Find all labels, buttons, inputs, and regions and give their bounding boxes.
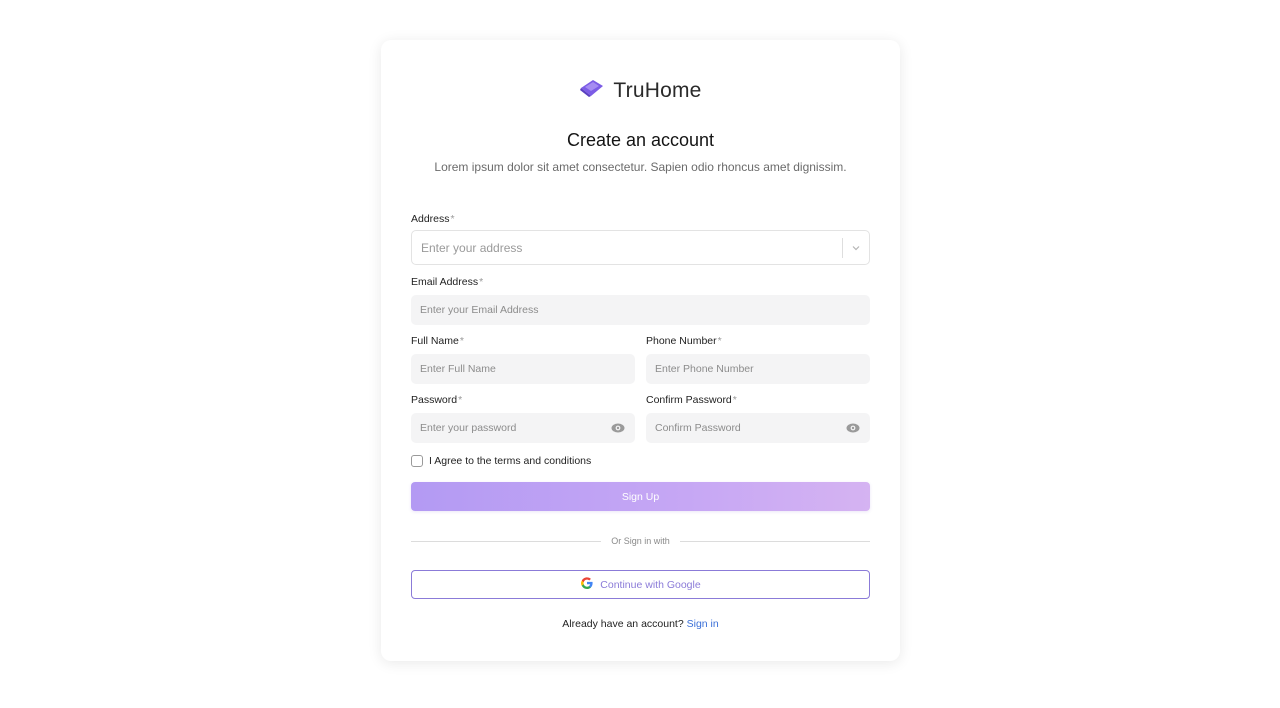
password-label: Password* <box>411 394 463 406</box>
signin-prompt: Already have an account? Sign in <box>381 618 900 630</box>
confirm-password-label: Confirm Password* <box>646 394 737 406</box>
full-name-placeholder: Enter Full Name <box>420 363 496 375</box>
confirm-password-field[interactable]: Confirm Password <box>646 413 870 443</box>
password-field[interactable]: Enter your password <box>411 413 635 443</box>
select-divider <box>842 238 843 258</box>
divider-text: Or Sign in with <box>611 536 670 546</box>
brand: TruHome <box>381 78 900 103</box>
eye-icon[interactable] <box>846 421 860 438</box>
address-select[interactable]: Enter your address <box>411 230 870 265</box>
email-field[interactable]: Enter your Email Address <box>411 295 870 325</box>
phone-label: Phone Number* <box>646 335 722 347</box>
password-placeholder: Enter your password <box>420 422 517 434</box>
signup-card: TruHome Create an account Lorem ipsum do… <box>381 40 900 661</box>
full-name-label: Full Name* <box>411 335 464 347</box>
email-label: Email Address* <box>411 276 484 288</box>
confirm-password-placeholder: Confirm Password <box>655 422 741 434</box>
address-label: Address* <box>411 213 455 225</box>
address-placeholder: Enter your address <box>421 240 523 255</box>
divider-line-right <box>679 540 870 542</box>
page-title: Create an account <box>566 130 715 150</box>
page-subtitle: Lorem ipsum dolor sit amet consectetur. … <box>434 160 847 174</box>
terms-checkbox[interactable] <box>411 455 423 467</box>
sign-up-button[interactable]: Sign Up <box>411 482 870 511</box>
google-button-label: Continue with Google <box>600 578 701 591</box>
or-divider: Or Sign in with <box>411 535 870 547</box>
eye-icon[interactable] <box>611 421 625 438</box>
phone-placeholder: Enter Phone Number <box>655 363 754 375</box>
terms-row: I Agree to the terms and conditions <box>411 455 591 467</box>
chevron-down-icon[interactable] <box>851 242 861 256</box>
google-signin-button[interactable]: Continue with Google <box>411 570 870 599</box>
terms-label[interactable]: I Agree to the terms and conditions <box>429 455 591 467</box>
brand-name: TruHome <box>613 78 702 102</box>
signin-prompt-text: Already have an account? <box>562 618 687 630</box>
phone-field[interactable]: Enter Phone Number <box>646 354 870 384</box>
full-name-field[interactable]: Enter Full Name <box>411 354 635 384</box>
google-icon <box>580 576 594 593</box>
divider-line-left <box>411 540 602 542</box>
email-placeholder: Enter your Email Address <box>420 304 539 316</box>
sign-in-link[interactable]: Sign in <box>687 618 719 630</box>
truhome-logo-icon <box>579 78 605 103</box>
